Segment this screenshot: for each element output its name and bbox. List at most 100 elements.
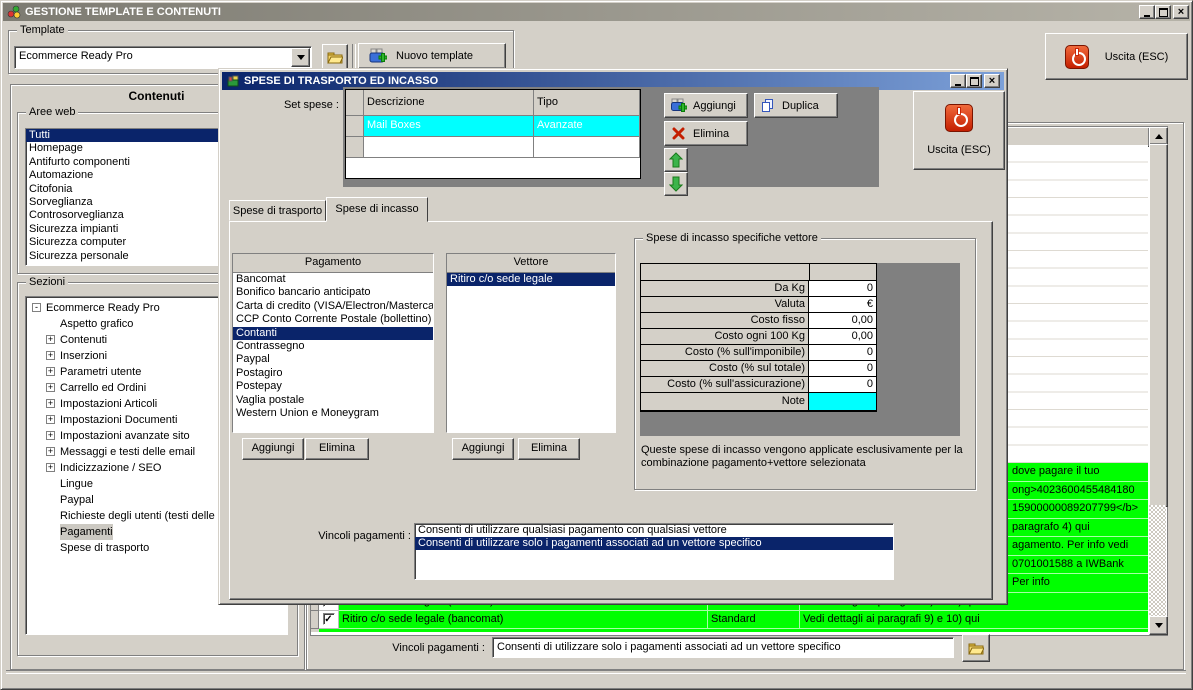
vincoli-option[interactable]: Consenti di utilizzare qualsiasi pagamen… — [415, 524, 893, 537]
tree-expand-icon[interactable]: + — [46, 431, 55, 440]
template-combobox[interactable]: Ecommerce Ready Pro — [14, 46, 312, 69]
type-cell[interactable]: Standard — [708, 611, 800, 629]
dialog-vincoli-listbox[interactable]: Consenti di utilizzare qualsiasi pagamen… — [414, 523, 894, 580]
dialog-exit-button[interactable]: Uscita (ESC) — [913, 91, 1005, 170]
tree-item-label[interactable]: Carrello ed Ordini — [60, 380, 146, 396]
tree-collapse-icon[interactable]: - — [32, 303, 41, 312]
dialog-maximize-button[interactable] — [966, 74, 982, 88]
tree-item-label[interactable]: Lingue — [60, 476, 93, 492]
set-spese-grid[interactable]: Descrizione Tipo Mail Boxes Avanzate — [345, 89, 641, 179]
pagamento-item[interactable]: Western Union e Moneygram — [233, 407, 433, 420]
main-maximize-button[interactable] — [1155, 5, 1171, 19]
main-window-title: GESTIONE TEMPLATE E CONTENUTI — [25, 6, 221, 18]
scroll-up-button[interactable] — [1149, 127, 1168, 145]
tree-expand-icon[interactable]: + — [46, 415, 55, 424]
pagamento-item[interactable]: Contanti — [233, 326, 433, 340]
duplica-button[interactable]: Duplica — [754, 93, 838, 118]
spese-vettore-row-value[interactable]: 0 — [809, 345, 876, 360]
pagamento-listbox[interactable]: Pagamento Bancomat Bonifico bancario anti… — [232, 253, 434, 433]
vettore-elimina-button[interactable]: Elimina — [518, 438, 580, 460]
scrollbar-track[interactable] — [1149, 505, 1166, 616]
tree-item-label[interactable]: Paypal — [60, 492, 94, 508]
spese-vettore-row-label: Costo ogni 100 Kg — [641, 329, 809, 344]
tree-expand-icon[interactable]: + — [46, 463, 55, 472]
tree-item-label[interactable]: Indicizzazione / SEO — [60, 460, 162, 476]
tree-item-label[interactable]: Inserzioni — [60, 348, 107, 364]
spese-vettore-row-value[interactable]: 0 — [809, 361, 876, 376]
pagamento-item[interactable]: Paypal — [233, 353, 433, 366]
details-cell[interactable]: Vedi dettagli ai paragrafi 9) e 10) qui — [800, 611, 1148, 629]
payments-grid-row[interactable]: ✓ Ritiro c/o sede legale (bancomat) Standa… — [311, 611, 1148, 629]
set-spese-empty-cell[interactable] — [534, 137, 640, 158]
pagamento-item[interactable]: Bonifico bancario anticipato — [233, 286, 433, 299]
tree-item-label[interactable]: Parametri utente — [60, 364, 141, 380]
tree-item-label[interactable]: Impostazioni Documenti — [60, 412, 177, 428]
spese-vettore-row-value[interactable]: 0 — [809, 281, 876, 296]
set-spese-cell-tipo[interactable]: Avanzate — [534, 116, 640, 137]
new-template-button[interactable]: Nuovo template — [358, 43, 506, 69]
tree-item-label[interactable]: Messaggi e testi delle email — [60, 444, 195, 460]
vincoli-field[interactable]: Consenti di utilizzare solo i pagamenti … — [492, 637, 954, 658]
vettore-items[interactable]: Ritiro c/o sede legale — [447, 273, 615, 287]
move-up-button[interactable] — [664, 148, 688, 172]
pagamento-item[interactable]: Vaglia postale — [233, 394, 433, 407]
vettore-listbox[interactable]: Vettore Ritiro c/o sede legale — [446, 253, 616, 433]
main-close-button[interactable]: × — [1173, 5, 1189, 19]
main-minimize-button[interactable] — [1139, 5, 1155, 19]
tree-expand-icon[interactable]: + — [46, 447, 55, 456]
elimina-set-button[interactable]: Elimina — [664, 121, 748, 146]
tree-item-label[interactable]: Spese di trasporto — [60, 540, 149, 556]
spese-vettore-row-value[interactable] — [809, 393, 876, 410]
pagamento-aggiungi-button[interactable]: Aggiungi — [242, 438, 304, 460]
description-cell[interactable]: Ritiro c/o sede legale (bancomat) — [339, 611, 708, 629]
vettore-item[interactable]: Ritiro c/o sede legale — [447, 273, 615, 287]
set-spese-rowheader — [346, 116, 364, 137]
vincoli-option[interactable]: Consenti di utilizzare solo i pagamenti … — [415, 537, 893, 550]
app-icon — [7, 5, 21, 19]
maximize-icon — [1158, 7, 1168, 17]
move-down-button[interactable] — [664, 172, 688, 196]
tree-expand-icon[interactable]: + — [46, 351, 55, 360]
scroll-down-button[interactable] — [1149, 616, 1168, 635]
tab-spese-trasporto[interactable]: Spese di trasporto — [229, 200, 326, 221]
tree-item-label[interactable]: Contenuti — [60, 332, 107, 348]
tree-expand-icon[interactable]: + — [46, 383, 55, 392]
spese-vettore-row-value[interactable]: 0,00 — [809, 313, 876, 328]
pagamento-item[interactable]: Contrassegno — [233, 340, 433, 353]
tree-item-label[interactable]: Ecommerce Ready Pro — [46, 300, 160, 316]
scrollbar-thumb[interactable] — [1149, 144, 1168, 507]
spese-vettore-row-value[interactable]: € — [809, 297, 876, 312]
tab-spese-incasso[interactable]: Spese di incasso — [326, 197, 428, 222]
spese-vettore-grid[interactable]: Da Kg 0 Valuta € Costo fisso 0,00 Costo ogni 1… — [640, 263, 877, 412]
vincoli-folder-button[interactable] — [962, 634, 990, 662]
tree-expand-icon[interactable]: + — [46, 399, 55, 408]
aggiungi-set-button[interactable]: Aggiungi — [664, 93, 748, 118]
tree-expand-icon[interactable]: + — [46, 367, 55, 376]
pagamento-item[interactable]: Bancomat — [233, 273, 433, 286]
dialog-close-button[interactable]: × — [984, 74, 1000, 88]
pagamento-item[interactable]: Postepay — [233, 380, 433, 393]
grid-scrollbar[interactable] — [1149, 127, 1168, 635]
tree-item-label[interactable]: Impostazioni Articoli — [60, 396, 157, 412]
pagamento-elimina-button[interactable]: Elimina — [305, 438, 369, 460]
tree-item-label[interactable]: Richieste degli utenti (testi delle e — [60, 508, 224, 524]
set-spese-empty-cell[interactable] — [364, 137, 534, 158]
dialog-minimize-button[interactable] — [950, 74, 966, 88]
set-spese-cell-descrizione[interactable]: Mail Boxes — [364, 116, 534, 137]
tree-expand-icon[interactable]: + — [46, 335, 55, 344]
pagamento-item[interactable]: Carta di credito (VISA/Electron/Masterca… — [233, 300, 433, 313]
pagamento-item[interactable]: CCP Conto Corrente Postale (bollettino) — [233, 313, 433, 326]
tree-item-label[interactable]: Aspetto grafico — [60, 316, 133, 332]
combo-dropdown-button[interactable] — [291, 48, 310, 67]
spese-vettore-row-value[interactable]: 0 — [809, 377, 876, 392]
checkbox-cell[interactable]: ✓ — [319, 611, 339, 629]
checkbox[interactable]: ✓ — [322, 613, 335, 625]
vettore-aggiungi-button[interactable]: Aggiungi — [452, 438, 514, 460]
main-exit-button[interactable]: Uscita (ESC) — [1045, 33, 1188, 80]
pagamento-item[interactable]: Postagiro — [233, 367, 433, 380]
open-template-folder-button[interactable] — [322, 44, 348, 70]
spese-vettore-row-value[interactable]: 0,00 — [809, 329, 876, 344]
tree-item-label[interactable]: Pagamenti — [60, 524, 113, 540]
pagamento-items[interactable]: Bancomat Bonifico bancario anticipato Cart… — [233, 273, 433, 420]
tree-item-label[interactable]: Impostazioni avanzate sito — [60, 428, 190, 444]
